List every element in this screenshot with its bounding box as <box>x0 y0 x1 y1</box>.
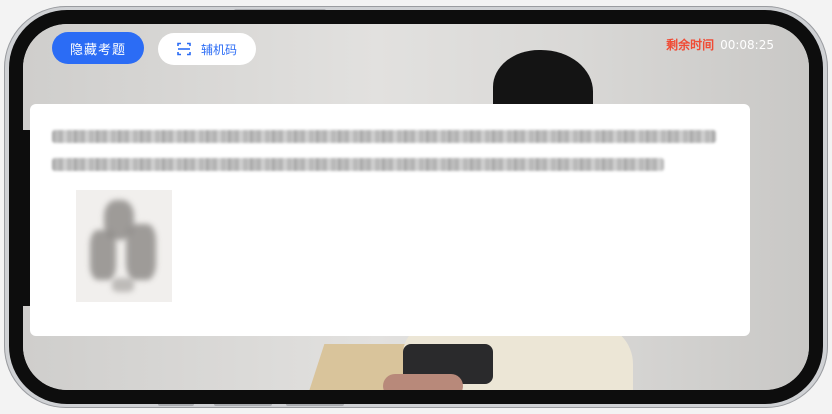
question-card <box>30 104 750 336</box>
hide-questions-label: 隐藏考题 <box>69 42 126 58</box>
hide-questions-button[interactable]: 隐藏考题 <box>52 32 144 64</box>
camera-background <box>383 374 463 390</box>
timer-value: 00:08:25 <box>720 37 774 52</box>
countdown-timer: 剩余时间 00:08:25 <box>666 36 774 53</box>
aux-code-button[interactable]: 辅机码 <box>158 33 256 65</box>
timer-label: 剩余时间 <box>666 38 715 52</box>
blurred-question-text <box>52 130 716 143</box>
aux-code-label: 辅机码 <box>200 42 237 57</box>
scan-icon <box>177 42 191 56</box>
blurred-question-text <box>52 158 664 171</box>
blurred-question-image <box>76 190 172 302</box>
